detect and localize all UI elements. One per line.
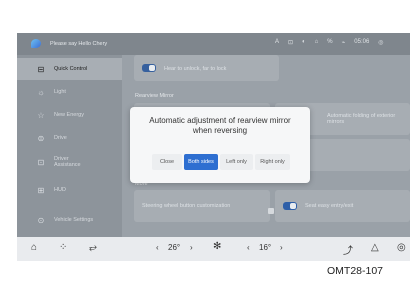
sidebar: ⊟ Quick Control ☼ Light ☆ New Energy ⊜ D… (17, 55, 122, 237)
unlock-setting-card[interactable]: Hear to unlock, far to lock (134, 55, 279, 81)
option-right-only[interactable]: Right only (255, 154, 290, 170)
unlock-toggle[interactable] (142, 64, 156, 72)
rearview-section-title: Rearview Mirror (135, 93, 174, 99)
apps-icon[interactable]: ⁘ (59, 242, 67, 253)
figure-code: OMT28-107 (327, 265, 384, 277)
sidebar-item-drive[interactable]: ⊜ Drive (17, 127, 122, 149)
left-temp-increase[interactable]: › (190, 243, 193, 252)
home-icon[interactable]: ⌂ (31, 242, 37, 253)
seat-heat-icon[interactable]: ⤴ (343, 242, 353, 257)
signal-icon: ◐ (302, 39, 306, 45)
seat-entry-card[interactable]: Seat easy entry/exit (275, 190, 410, 222)
percent-icon: % (327, 39, 333, 45)
status-bar: Please say Hello Chery A ⊡ ◐ ⌂ % ⌁ 05:06… (17, 33, 410, 55)
mirror-adjust-dialog: Automatic adjustment of rearview mirror … (130, 107, 310, 183)
sidebar-item-label: Driver Assistance (54, 156, 81, 168)
left-temp-value: 26° (168, 243, 181, 252)
sidebar-item-light[interactable]: ☼ Light (17, 81, 122, 103)
account-icon[interactable]: ◎ (378, 39, 383, 46)
camera-icon: ⊡ (288, 40, 294, 46)
vehicle-settings-icon: ⊙ (37, 215, 45, 225)
auto-icon: A (275, 39, 280, 45)
sidebar-item-label: HUD (54, 187, 66, 193)
sidebar-item-label: Drive (54, 135, 67, 141)
settings-icon[interactable]: ◎ (397, 242, 406, 253)
corner-marker (268, 208, 274, 214)
dialog-title: Automatic adjustment of rearview mirror … (149, 116, 291, 135)
right-temp-increase[interactable]: › (280, 243, 283, 252)
status-icons: A ⊡ ◐ ⌂ % ⌁ 05:06 ◎ (275, 39, 384, 46)
voice-prompt: Please say Hello Chery (50, 41, 108, 47)
right-temp-decrease[interactable]: ‹ (247, 243, 250, 252)
unlock-setting-label: Hear to unlock, far to lock (164, 66, 227, 72)
seat-entry-toggle[interactable] (283, 202, 297, 210)
clock: 05:06 (354, 39, 370, 45)
hud-icon: ⊞ (37, 185, 45, 195)
sidebar-item-label: New Energy (54, 112, 84, 118)
new-energy-icon: ☆ (37, 110, 45, 120)
right-temp-value: 16° (259, 243, 272, 252)
sidebar-item-new-energy[interactable]: ☆ New Energy (17, 104, 122, 126)
driver-assistance-icon: ⊡ (37, 157, 45, 167)
drive-icon: ⊜ (37, 133, 45, 143)
warning-icon[interactable]: △ (371, 242, 379, 253)
quick-control-icon: ⊟ (37, 64, 45, 74)
sidebar-item-label: Light (54, 89, 66, 95)
sidebar-item-label: Quick Control (54, 66, 88, 72)
mirror-option-group: Close Both sides Left only Right only (152, 154, 292, 170)
sidebar-item-vehicle-settings[interactable]: ⊙ Vehicle Settings (17, 209, 122, 231)
option-both-sides[interactable]: Both sides (184, 154, 218, 170)
car-icon[interactable]: ⥂ (89, 242, 97, 253)
sidebar-item-driver-assistance[interactable]: ⊡ Driver Assistance (17, 151, 122, 173)
steering-button-label: Steering wheel button customization (142, 203, 231, 209)
fan-icon[interactable]: ✻ (213, 241, 221, 252)
voice-assistant-icon[interactable] (31, 39, 41, 48)
left-temp-decrease[interactable]: ‹ (156, 243, 159, 252)
steering-button-card[interactable]: Steering wheel button customization (134, 190, 274, 222)
light-icon: ☼ (37, 87, 45, 97)
home-status-icon: ⌂ (314, 39, 319, 45)
wifi-icon: ⌁ (341, 40, 346, 46)
seat-entry-label: Seat easy entry/exit (305, 203, 354, 209)
option-close[interactable]: Close (152, 154, 182, 170)
option-left-only[interactable]: Left only (220, 154, 253, 170)
sidebar-item-hud[interactable]: ⊞ HUD (17, 179, 122, 201)
bottom-bar: ⌂ ⁘ ⥂ ‹ 26° › ✻ ‹ 16° › ⤴ △ ◎ (17, 237, 410, 261)
sidebar-item-quick-control[interactable]: ⊟ Quick Control (17, 58, 122, 80)
sidebar-item-label: Vehicle Settings (54, 217, 94, 223)
mirror-folding-label: Automatic folding of exterior mirrors (327, 113, 396, 125)
